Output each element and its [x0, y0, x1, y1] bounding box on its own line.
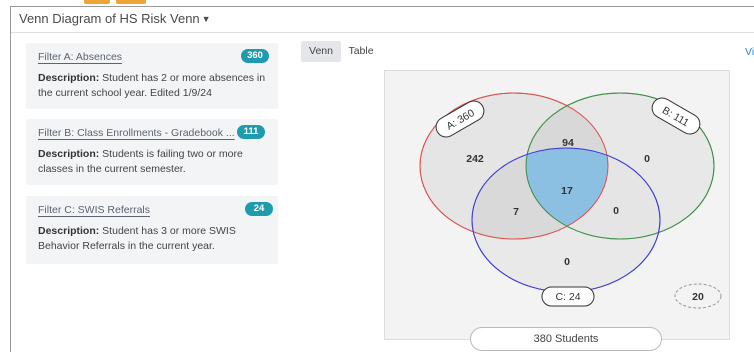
total-students-pill: 380 Students [470, 327, 662, 351]
label-c-text: C: 24 [555, 291, 580, 303]
region-ac-count: 7 [513, 206, 519, 218]
outside-count: 20 [692, 291, 704, 303]
region-c-only-count: 0 [564, 256, 570, 268]
region-a-only-count: 242 [466, 153, 484, 165]
venn-diagram: A: 360 B: 111 C: 24 242 94 0 17 7 0 0 20 [419, 92, 722, 309]
region-bc-count: 0 [613, 205, 619, 217]
region-b-only-count: 0 [644, 153, 650, 165]
label-c: C: 24 [541, 286, 595, 307]
outside-count-marker: 20 [674, 283, 722, 309]
region-abc-count: 17 [561, 185, 573, 197]
region-ab-count: 94 [562, 137, 574, 149]
